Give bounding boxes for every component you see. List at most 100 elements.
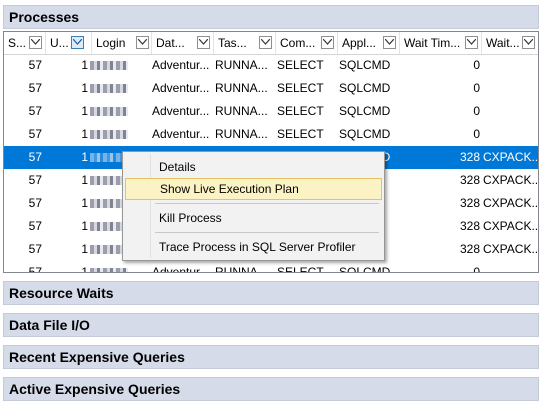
- filter-dropdown-icon[interactable]: [522, 36, 535, 49]
- cell-task-state: RUNNA...: [215, 58, 268, 72]
- menu-item-trace-process[interactable]: Trace Process in SQL Server Profiler: [125, 236, 382, 258]
- menu-separator: [155, 203, 379, 204]
- cell-session-id: 57: [28, 173, 42, 187]
- cell-wait-type: [483, 77, 538, 100]
- column-label: S...: [8, 36, 27, 50]
- cell-user-process: 1: [81, 81, 88, 95]
- cell-database: Adventur...: [152, 265, 210, 273]
- cell-session-id: 57: [28, 150, 42, 164]
- cell-session-id: 57: [28, 58, 42, 72]
- column-header-wait-time[interactable]: Wait Tim...: [400, 32, 482, 54]
- cell-session-id: 57: [28, 242, 42, 256]
- cell-session-id: 57: [28, 265, 42, 273]
- column-label: Wait Tim...: [404, 36, 461, 50]
- column-header-row: S... U... Login Dat... Tas... Com... App…: [4, 32, 538, 55]
- column-header-wait-type[interactable]: Wait...: [482, 32, 538, 54]
- cell-session-id: 57: [28, 219, 42, 233]
- cell-application: SQLCMD: [339, 127, 391, 141]
- filter-dropdown-icon[interactable]: [29, 36, 42, 49]
- filter-dropdown-icon[interactable]: [71, 36, 84, 49]
- cell-wait-time: 328: [459, 173, 480, 187]
- context-menu: Details Show Live Execution Plan Kill Pr…: [122, 151, 385, 261]
- column-header-database[interactable]: Dat...: [152, 32, 214, 54]
- filter-dropdown-icon[interactable]: [465, 36, 478, 49]
- cell-command: SELECT: [277, 265, 324, 273]
- data-file-io-header[interactable]: Data File I/O: [3, 313, 539, 337]
- redacted-login: [90, 107, 128, 116]
- table-row[interactable]: 57 1 Adventur... RUNNA... SELECT SQLCMD …: [4, 77, 538, 100]
- table-row[interactable]: 57 1 Adventur... RUNNA... SELECT SQLCMD …: [4, 100, 538, 123]
- filter-dropdown-icon[interactable]: [197, 36, 210, 49]
- cell-task-state: RUNNA...: [215, 127, 268, 141]
- processes-header[interactable]: Processes: [3, 5, 539, 29]
- column-header-task-state[interactable]: Tas...: [214, 32, 276, 54]
- cell-user-process: 1: [81, 196, 88, 210]
- table-row[interactable]: 57 1 Adventur... RUNNA... SELECT SQLCMD …: [4, 123, 538, 146]
- column-header-user[interactable]: U...: [46, 32, 92, 54]
- cell-wait-time: 328: [459, 242, 480, 256]
- cell-wait-type: CXPACK...: [483, 196, 539, 210]
- cell-user-process: 1: [81, 150, 88, 164]
- cell-user-process: 1: [81, 219, 88, 233]
- menu-separator: [155, 232, 379, 233]
- cell-application: SQLCMD: [339, 58, 391, 72]
- cell-wait-type: [483, 100, 538, 123]
- column-label: Appl...: [342, 36, 377, 50]
- column-header-login[interactable]: Login: [92, 32, 152, 54]
- cell-wait-type: CXPACK...: [483, 219, 539, 233]
- cell-application: SQLCMD: [339, 81, 391, 95]
- cell-session-id: 57: [28, 127, 42, 141]
- cell-wait-time: 328: [459, 219, 480, 233]
- cell-command: SELECT: [277, 58, 324, 72]
- cell-task-state: RUNNA...: [215, 265, 268, 273]
- cell-user-process: 1: [81, 265, 88, 273]
- cell-task-state: RUNNA...: [215, 104, 268, 118]
- cell-wait-type: CXPACK...: [483, 150, 539, 164]
- cell-wait-type: CXPACK...: [483, 242, 539, 256]
- column-label: Tas...: [218, 36, 247, 50]
- cell-user-process: 1: [81, 104, 88, 118]
- cell-task-state: RUNNA...: [215, 81, 268, 95]
- cell-wait-time: 0: [473, 127, 480, 141]
- menu-item-show-live-execution-plan[interactable]: Show Live Execution Plan: [125, 178, 382, 200]
- column-header-command[interactable]: Com...: [276, 32, 338, 54]
- cell-database: Adventur...: [152, 127, 210, 141]
- cell-session-id: 57: [28, 104, 42, 118]
- cell-wait-time: 0: [473, 104, 480, 118]
- column-label: U...: [50, 36, 69, 50]
- column-label: Login: [96, 36, 126, 50]
- cell-wait-time: 0: [473, 81, 480, 95]
- column-header-session[interactable]: S...: [4, 32, 46, 54]
- cell-command: SELECT: [277, 127, 324, 141]
- menu-item-kill-process[interactable]: Kill Process: [125, 207, 382, 229]
- cell-session-id: 57: [28, 81, 42, 95]
- cell-user-process: 1: [81, 173, 88, 187]
- column-label: Com...: [280, 36, 316, 50]
- cell-command: SELECT: [277, 81, 324, 95]
- table-row[interactable]: 57 1 Adventur... RUNNA... SELECT SQLCMD …: [4, 54, 538, 77]
- table-row[interactable]: 57 1 Adventur... RUNNA... SELECT SQLCMD …: [4, 261, 538, 273]
- recent-expensive-queries-header[interactable]: Recent Expensive Queries: [3, 345, 539, 369]
- filter-dropdown-icon[interactable]: [259, 36, 272, 49]
- menu-item-details[interactable]: Details: [125, 156, 382, 178]
- resource-waits-header[interactable]: Resource Waits: [3, 281, 539, 305]
- filter-dropdown-icon[interactable]: [321, 36, 334, 49]
- cell-wait-time: 328: [459, 196, 480, 210]
- filter-dropdown-icon[interactable]: [136, 36, 149, 49]
- cell-wait-type: [483, 261, 538, 272]
- column-header-application[interactable]: Appl...: [338, 32, 400, 54]
- cell-user-process: 1: [81, 127, 88, 141]
- redacted-login: [90, 61, 128, 70]
- cell-database: Adventur...: [152, 104, 210, 118]
- cell-wait-time: 328: [459, 150, 480, 164]
- cell-application: SQLCMD: [339, 265, 391, 273]
- column-label: Wait...: [486, 36, 520, 50]
- cell-session-id: 57: [28, 196, 42, 210]
- cell-application: SQLCMD: [339, 104, 391, 118]
- active-expensive-queries-header[interactable]: Active Expensive Queries: [3, 377, 539, 401]
- cell-user-process: 1: [81, 58, 88, 72]
- filter-dropdown-icon[interactable]: [383, 36, 396, 49]
- cell-command: SELECT: [277, 104, 324, 118]
- redacted-login: [90, 130, 128, 139]
- cell-database: Adventur...: [152, 58, 210, 72]
